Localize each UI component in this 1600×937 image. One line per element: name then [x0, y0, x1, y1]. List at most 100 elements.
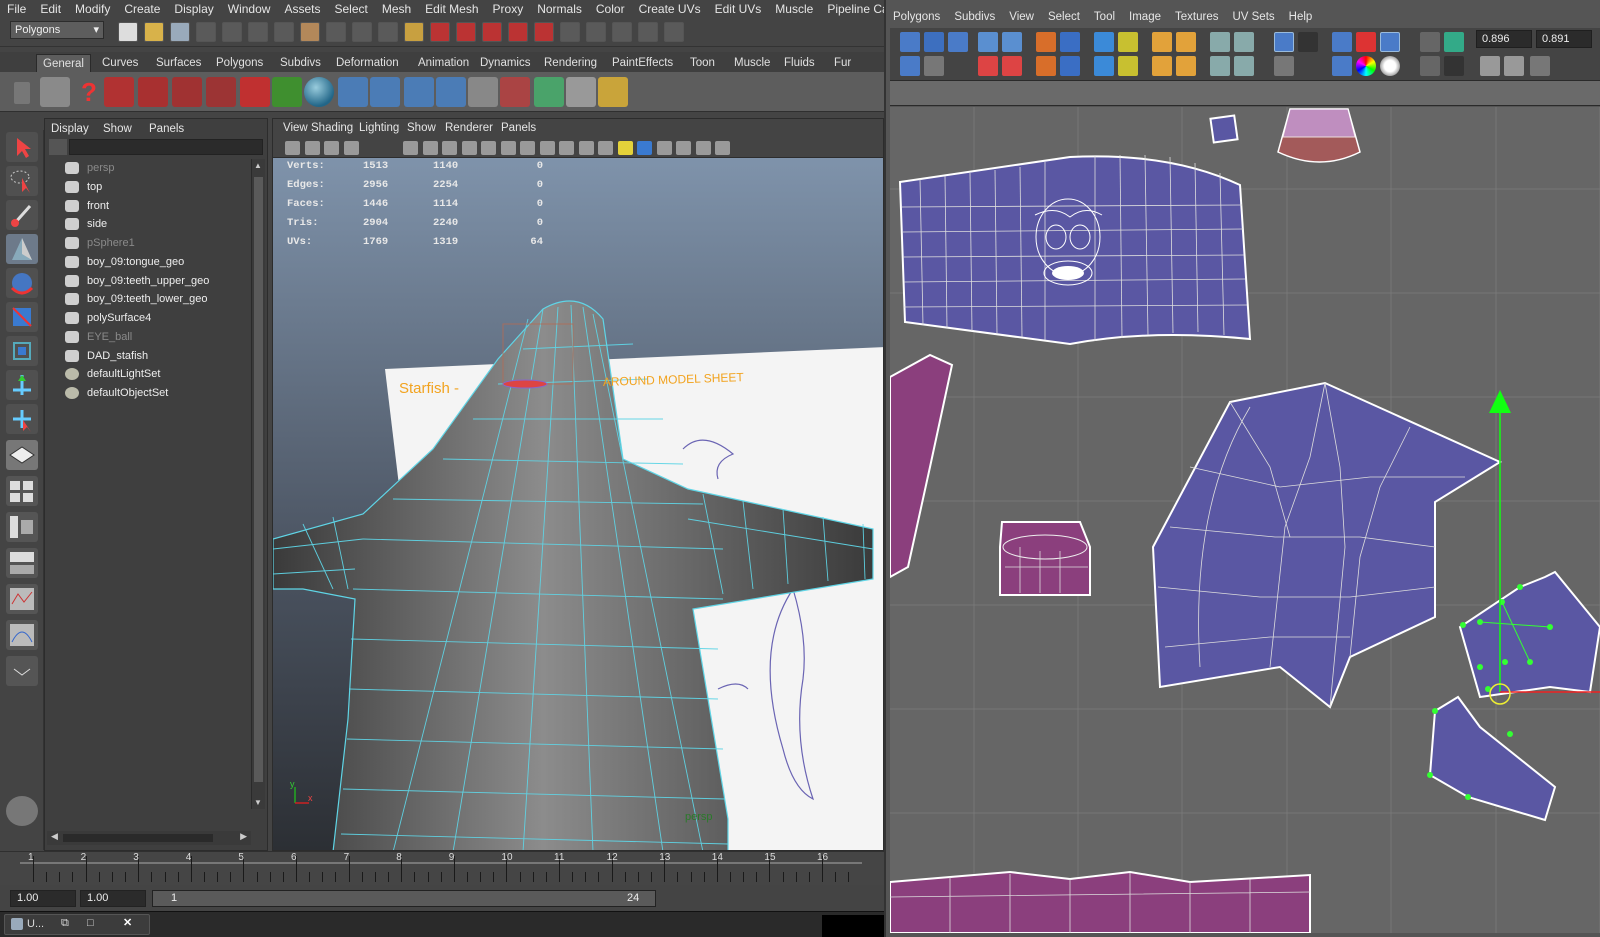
- texture-icon[interactable]: [598, 141, 613, 155]
- shelf-tab-subdivs[interactable]: Subdivs: [274, 54, 327, 72]
- shelf-tab-painteffects[interactable]: PaintEffects: [606, 54, 679, 72]
- scale-tool-icon[interactable]: [6, 302, 38, 332]
- uv-shell-cup[interactable]: [999, 521, 1091, 596]
- menu-item-normals[interactable]: Normals: [530, 0, 589, 17]
- layout-options-icon[interactable]: [6, 656, 38, 686]
- paint-effects-icon[interactable]: [172, 77, 202, 107]
- select-component-icon[interactable]: [248, 22, 268, 42]
- menu-item-select[interactable]: Select: [327, 0, 374, 17]
- checker-map-icon[interactable]: [1444, 56, 1464, 76]
- textured-display-icon[interactable]: [715, 141, 730, 155]
- outliner-filter-icon[interactable]: [49, 139, 67, 155]
- align-right-icon[interactable]: [1176, 32, 1196, 52]
- show-channel-box-icon[interactable]: [560, 22, 580, 42]
- uv-menu-uv-sets[interactable]: UV Sets: [1225, 8, 1281, 28]
- paint-select-tool-icon[interactable]: [6, 200, 38, 230]
- uv-menu-textures[interactable]: Textures: [1168, 8, 1225, 28]
- select-hierarchy-icon[interactable]: [196, 22, 216, 42]
- maximize-icon[interactable]: □: [87, 917, 94, 929]
- soft-modification-icon[interactable]: [6, 370, 38, 400]
- time-slider[interactable]: 1 2 3 4 5 6 7 8 9 10 11 12 13 14 15 16: [0, 851, 884, 885]
- select-shortest-icon[interactable]: [1210, 56, 1230, 76]
- shelf-tab-muscle[interactable]: Muscle: [728, 54, 776, 72]
- image-plane-icon[interactable]: [324, 141, 339, 155]
- menu-item-window[interactable]: Window: [221, 0, 278, 17]
- construction-history-icon[interactable]: [378, 22, 398, 42]
- viewport-menu-shading[interactable]: Shading: [311, 122, 353, 134]
- range-bar[interactable]: 1 24: [152, 890, 656, 907]
- xray-joints-icon[interactable]: [695, 141, 711, 155]
- viewport-menu-show[interactable]: Show: [407, 122, 436, 134]
- uv-menu-polygons[interactable]: Polygons: [886, 8, 947, 28]
- deformer-icon[interactable]: [206, 77, 236, 107]
- isolate-select-icon[interactable]: [656, 141, 672, 155]
- select-faces-icon[interactable]: [1234, 56, 1254, 76]
- snap-pixels-icon[interactable]: [1356, 32, 1376, 52]
- ipr-render-icon[interactable]: [482, 22, 502, 42]
- uv-shell-face[interactable]: [898, 154, 1252, 346]
- four-view-layout-icon[interactable]: [6, 476, 38, 506]
- ik-handle-icon[interactable]: [370, 77, 400, 107]
- outliner-menu-panels[interactable]: Panels: [149, 123, 184, 135]
- camera-icon[interactable]: [40, 77, 70, 107]
- display-image-icon[interactable]: [1274, 32, 1294, 52]
- menu-item-color[interactable]: Color: [589, 0, 632, 17]
- paste-u-icon[interactable]: [1530, 56, 1550, 76]
- menu-item-mesh[interactable]: Mesh: [375, 0, 418, 17]
- new-scene-icon[interactable]: [118, 22, 138, 42]
- 2d-pan-icon[interactable]: [343, 141, 359, 155]
- bind-skin-icon[interactable]: [404, 77, 434, 107]
- outliner-icon[interactable]: [468, 77, 498, 107]
- cluster-icon[interactable]: [500, 77, 530, 107]
- menu-item-proxy[interactable]: Proxy: [486, 0, 531, 17]
- alpha-channel-icon[interactable]: [1380, 56, 1400, 76]
- smooth-shade-icon[interactable]: [559, 141, 574, 155]
- align-top-icon[interactable]: [1176, 56, 1196, 76]
- film-gate-icon[interactable]: [422, 141, 438, 155]
- hypershade-layout-icon[interactable]: [6, 584, 38, 614]
- rotate-tool-icon[interactable]: [6, 268, 38, 298]
- v-value-field[interactable]: 0.891: [1536, 30, 1592, 48]
- grid-uv-icon[interactable]: [1118, 32, 1138, 52]
- viewport-menu-renderer[interactable]: Renderer: [445, 122, 493, 134]
- menu-item-edit-mesh[interactable]: Edit Mesh: [418, 0, 485, 17]
- paste-uvs-icon[interactable]: [1504, 56, 1524, 76]
- attribute-editor-icon[interactable]: [586, 22, 606, 42]
- uv-menu-select[interactable]: Select: [1041, 8, 1087, 28]
- shelf-tab-fur[interactable]: Fur: [828, 54, 857, 72]
- gate-mask-icon[interactable]: [461, 141, 477, 155]
- outliner-menu-show[interactable]: Show: [103, 123, 132, 135]
- select-tool-icon[interactable]: [6, 132, 38, 162]
- rotate-ccw-icon[interactable]: [978, 56, 998, 76]
- menu-item-create-uvs[interactable]: Create UVs: [632, 0, 708, 17]
- paint-weights-icon[interactable]: [436, 77, 466, 107]
- wireframe-icon[interactable]: [539, 141, 555, 155]
- lasso-tool-icon[interactable]: [6, 166, 38, 196]
- relax-icon[interactable]: [1094, 56, 1114, 76]
- uv-shell-bottom[interactable]: [890, 870, 1311, 933]
- outliner-persp-layout-icon[interactable]: [6, 512, 38, 542]
- xray-icon[interactable]: [676, 141, 691, 155]
- close-icon[interactable]: ✕: [123, 916, 132, 929]
- panel-layout-icon[interactable]: [664, 22, 684, 42]
- uv-menu-subdivs[interactable]: Subdivs: [947, 8, 1002, 28]
- menu-item-muscle[interactable]: Muscle: [768, 0, 820, 17]
- shelf-tab-curves[interactable]: Curves: [96, 54, 144, 72]
- snap-grid-icon[interactable]: [274, 22, 294, 42]
- render-icon[interactable]: [456, 22, 476, 42]
- bookmark-icon[interactable]: [304, 141, 320, 155]
- uv-shell-selected[interactable]: [1458, 570, 1600, 699]
- grid-icon[interactable]: [403, 141, 418, 155]
- shaded-wire-icon[interactable]: [578, 141, 594, 155]
- select-object-icon[interactable]: [222, 22, 242, 42]
- uv-display-image-icon[interactable]: [948, 32, 968, 52]
- shadow-icon[interactable]: [637, 141, 652, 155]
- undo-arrow-icon[interactable]: [272, 77, 302, 107]
- uv-shell-small-square[interactable]: [1209, 114, 1239, 144]
- perspective-viewport[interactable]: Starfish - AROUND MODEL SHEET persp y x …: [272, 118, 884, 851]
- light-icon[interactable]: [617, 141, 633, 155]
- align-icon[interactable]: [1118, 56, 1138, 76]
- menu-item-display[interactable]: Display: [167, 0, 220, 17]
- resolution-gate-icon[interactable]: [442, 141, 457, 155]
- shelf-tab-fluids[interactable]: Fluids: [778, 54, 821, 72]
